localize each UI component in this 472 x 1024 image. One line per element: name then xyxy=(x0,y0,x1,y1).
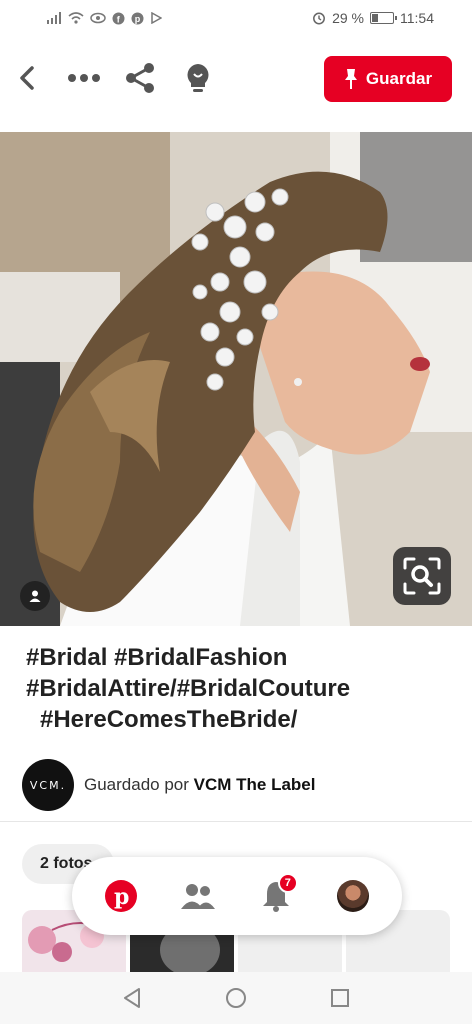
saved-by-text: Guardado por VCM The Label xyxy=(84,775,316,795)
back-arrow-icon xyxy=(20,66,34,90)
more-options-button[interactable] xyxy=(64,56,104,100)
back-button[interactable] xyxy=(8,56,48,100)
lightbulb-icon xyxy=(187,64,209,92)
bottom-navigation: p 7 xyxy=(72,857,402,935)
board-avatar[interactable]: VCM. xyxy=(22,759,74,811)
status-icons-left: f p xyxy=(46,12,162,25)
svg-text:p: p xyxy=(135,14,141,24)
pushpin-icon xyxy=(344,69,357,89)
tried-it-button[interactable] xyxy=(178,56,218,100)
save-button-label: Guardar xyxy=(365,69,433,88)
saved-by-name[interactable]: VCM The Label xyxy=(194,775,316,794)
profile-avatar xyxy=(337,880,370,912)
person-icon xyxy=(29,590,41,602)
eye-icon xyxy=(90,12,106,24)
description-line-2: #BridalAttire/#BridalCouture xyxy=(26,675,351,702)
battery-percent: 29 % xyxy=(332,10,364,26)
alarm-icon xyxy=(313,12,326,25)
status-icons-right: 29 % 11:54 xyxy=(312,10,434,26)
pin-description: #Bridal #BridalFashion #BridalAttire/#Br… xyxy=(26,642,456,735)
nav-profile[interactable] xyxy=(329,872,377,920)
battery-icon xyxy=(370,12,397,24)
system-recents-button[interactable] xyxy=(327,985,353,1011)
system-home-button[interactable] xyxy=(223,985,249,1011)
section-divider xyxy=(0,821,472,822)
play-icon xyxy=(151,12,162,24)
following-people-icon xyxy=(181,884,216,909)
home-pinterest-icon: p xyxy=(104,880,137,912)
share-icon xyxy=(126,63,154,93)
clock: 11:54 xyxy=(400,10,434,26)
creator-button[interactable] xyxy=(20,581,50,611)
saved-by-row[interactable]: VCM. Guardado por VCM The Label xyxy=(22,758,316,812)
back-triangle-icon xyxy=(124,988,140,1008)
system-back-button[interactable] xyxy=(119,985,145,1011)
recents-square-icon xyxy=(331,989,349,1007)
svg-text:p: p xyxy=(114,884,129,910)
description-line-3: #HereComesTheBride/ xyxy=(40,706,298,733)
notifications-badge: 7 xyxy=(277,873,298,893)
status-bar: f p 29 % 11:54 xyxy=(0,0,472,36)
signal-icon xyxy=(47,12,61,24)
description-line-1: #Bridal #BridalFashion xyxy=(26,644,288,671)
pinterest-icon: p xyxy=(131,12,144,24)
nav-home[interactable]: p xyxy=(97,872,145,920)
battery-fill xyxy=(372,14,378,22)
pin-toolbar: Guardar xyxy=(0,50,472,110)
save-button[interactable]: Guardar xyxy=(324,56,452,102)
share-button[interactable] xyxy=(120,56,160,100)
visual-search-button[interactable] xyxy=(393,547,451,605)
nav-following[interactable] xyxy=(174,872,222,920)
visual-search-icon xyxy=(403,557,441,595)
home-circle-icon xyxy=(226,988,246,1008)
more-options-icon xyxy=(68,74,100,82)
system-navigation-bar xyxy=(0,972,472,1024)
saved-by-prefix: Guardado por xyxy=(84,775,194,794)
nav-notifications[interactable]: 7 xyxy=(252,872,300,920)
wifi-icon xyxy=(68,12,84,24)
facebook-icon: f xyxy=(112,12,125,24)
